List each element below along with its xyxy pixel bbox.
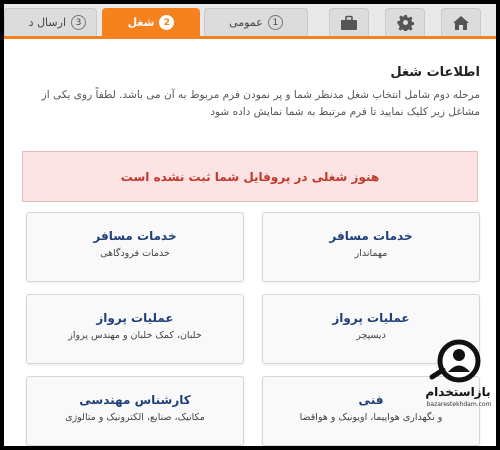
page: 1 عمومی 2 شغل 3 ارسال د اطلاعات شغل مرحل…: [4, 4, 496, 446]
watermark-logo: بازاستخدام bazarestekhdam.com: [422, 337, 496, 411]
tab-job[interactable]: 2 شغل: [102, 8, 200, 36]
tab-bar: 1 عمومی 2 شغل 3 ارسال د: [4, 4, 496, 39]
job-subtitle: و نگهداری هواپیما، اویونیک و هواقضا: [299, 412, 443, 423]
watermark-url: bazarestekhdam.com: [426, 401, 492, 408]
job-subtitle: خلبان، کمک خلبان و مهندس پرواز: [68, 330, 202, 341]
gear-icon: [396, 14, 414, 31]
job-subtitle: مهماندار: [354, 248, 388, 259]
tab-label: عمومی: [229, 16, 263, 29]
job-subtitle: مکانیک، صنایع، الکترونیک و متالوژی: [65, 412, 205, 423]
job-title: عملیات پرواز: [332, 311, 410, 325]
tab-jobs-list[interactable]: [329, 8, 369, 36]
home-icon: [453, 15, 469, 30]
section-description: مرحله دوم شامل انتخاب شغل مدنظر شما و پر…: [41, 89, 480, 118]
no-job-alert: هنوز شغلی در پروفایل شما ثبت نشده است: [22, 151, 478, 202]
watermark-text: بازاستخدام: [425, 385, 491, 399]
section-title: اطلاعات شغل: [390, 65, 480, 80]
tab-home[interactable]: [441, 8, 481, 36]
briefcase-icon: [341, 15, 357, 30]
job-card-passenger-services-airport[interactable]: خدمات مسافر خدمات فرودگاهی: [26, 212, 244, 282]
job-title: خدمات مسافر: [93, 229, 177, 243]
step-number: 3: [71, 15, 86, 30]
person-search-icon: [429, 339, 481, 383]
step-number: 1: [267, 15, 283, 30]
job-title: کارشناس مهندسی: [79, 393, 191, 407]
job-card-engineering-expert[interactable]: کارشناس مهندسی مکانیک، صنایع، الکترونیک …: [26, 376, 244, 446]
job-card-flight-ops-pilot[interactable]: عملیات پرواز خلبان، کمک خلبان و مهندس پر…: [26, 294, 244, 364]
job-title: عملیات پرواز: [96, 311, 174, 325]
tab-label: ارسال د: [28, 16, 66, 29]
step-number: 2: [159, 15, 175, 30]
tab-settings[interactable]: [385, 8, 425, 36]
job-title: خدمات مسافر: [329, 229, 413, 243]
tab-submit[interactable]: 3 ارسال د: [4, 8, 97, 36]
tab-label: شغل: [127, 16, 155, 29]
job-card-passenger-services-flight-attendant[interactable]: خدمات مسافر مهماندار: [262, 212, 480, 282]
tab-general[interactable]: 1 عمومی: [204, 8, 308, 36]
job-subtitle: خدمات فرودگاهی: [100, 248, 170, 259]
